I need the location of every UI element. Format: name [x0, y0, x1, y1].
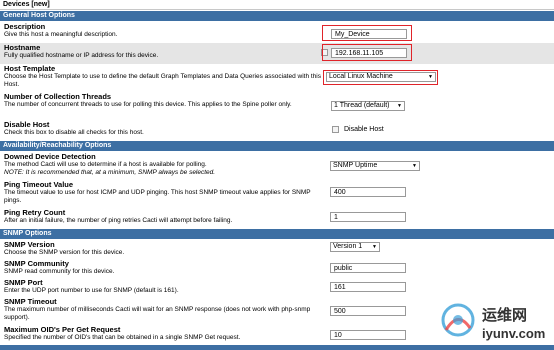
- max-oids-input[interactable]: 10: [330, 330, 406, 340]
- chevron-down-icon: ▼: [372, 244, 377, 250]
- snmp-timeout-help: The maximum number of milliseconds Cacti…: [4, 306, 311, 321]
- page-title: Devices [new]: [3, 1, 50, 8]
- snmp-port-input[interactable]: 161: [330, 282, 406, 292]
- snmp-port-help: Enter the UDP port number to use for SNM…: [4, 287, 179, 294]
- ping-retry-input[interactable]: 1: [330, 212, 406, 222]
- disable-host-help: Check this box to disable all checks for…: [4, 129, 144, 136]
- ping-retry-help: After an initial failure, the number of …: [4, 217, 233, 224]
- downed-device-value: SNMP Uptime: [333, 162, 378, 169]
- row-threads: Number of Collection Threads The number …: [0, 92, 554, 120]
- page-title-bar: Devices [new]: [0, 0, 554, 10]
- watermark-en: iyunv.com: [482, 326, 546, 341]
- max-oids-help: Specified the number of OID's that can b…: [4, 334, 241, 341]
- snmp-timeout-input[interactable]: 500: [330, 306, 406, 316]
- watermark-emblem-icon: [441, 303, 475, 337]
- host-template-label: Host Template: [4, 64, 56, 73]
- downed-device-note: NOTE: It is recommended that, at a minim…: [4, 168, 216, 176]
- watermark-logo: 运维网 iyunv.com: [438, 300, 548, 346]
- snmp-version-select[interactable]: Version 1 ▼: [330, 242, 380, 252]
- ping-retry-label: Ping Retry Count: [4, 208, 66, 217]
- ping-timeout-label: Ping Timeout Value: [4, 180, 74, 189]
- row-description: Description Give this host a meaningful …: [0, 22, 554, 43]
- snmp-port-value: 161: [334, 284, 346, 291]
- snmp-version-value: Version 1: [333, 243, 363, 250]
- snmp-community-value: public: [334, 265, 353, 272]
- description-label: Description: [4, 22, 46, 31]
- section-general: General Host Options: [0, 11, 554, 21]
- host-template-help: Choose the Host Template to use to defin…: [4, 73, 322, 88]
- highlight-description: [322, 25, 412, 41]
- description-help: Give this host a meaningful description.: [4, 31, 118, 38]
- threads-help: The number of concurrent threads to use …: [4, 101, 292, 108]
- section-availability-title: Availability/Reachability Options: [3, 142, 112, 149]
- threads-select[interactable]: 1 Thread (default) ▼: [331, 101, 405, 111]
- section-snmp-title: SNMP Options: [3, 230, 52, 237]
- snmp-timeout-label: SNMP Timeout: [4, 297, 57, 306]
- row-snmp-port: SNMP Port Enter the UDP port number to u…: [0, 278, 554, 297]
- row-host-template: Host Template Choose the Host Template t…: [0, 64, 554, 92]
- chevron-down-icon: ▼: [397, 103, 402, 109]
- snmp-port-label: SNMP Port: [4, 278, 43, 287]
- row-hostname: Hostname Fully qualified hostname or IP …: [0, 43, 554, 64]
- threads-label: Number of Collection Threads: [4, 92, 112, 101]
- max-oids-label: Maximum OID's Per Get Request: [4, 325, 121, 334]
- disable-host-checkbox[interactable]: [332, 126, 339, 133]
- downed-device-label: Downed Device Detection: [4, 152, 96, 161]
- disable-host-label: Disable Host: [4, 120, 50, 129]
- snmp-version-label: SNMP Version: [4, 240, 55, 249]
- snmp-timeout-value: 500: [334, 308, 346, 315]
- row-disable-host: Disable Host Check this box to disable a…: [0, 120, 554, 140]
- hostname-help: Fully qualified hostname or IP address f…: [4, 52, 159, 59]
- ping-retry-value: 1: [334, 214, 338, 221]
- max-oids-value: 10: [334, 332, 342, 339]
- hostname-label: Hostname: [4, 43, 41, 52]
- ping-timeout-input[interactable]: 400: [330, 187, 406, 197]
- disable-host-checkbox-label: Disable Host: [344, 126, 384, 133]
- section-general-title: General Host Options: [3, 12, 75, 19]
- row-ping-retry: Ping Retry Count After an initial failur…: [0, 208, 554, 228]
- row-snmp-version: SNMP Version Choose the SNMP version for…: [0, 240, 554, 259]
- highlight-host-template: [323, 70, 438, 85]
- row-downed-device: Downed Device Detection The method Cacti…: [0, 152, 554, 180]
- section-availability: Availability/Reachability Options: [0, 141, 554, 151]
- row-snmp-community: SNMP Community SNMP read community for t…: [0, 259, 554, 278]
- snmp-community-input[interactable]: public: [330, 263, 406, 273]
- section-snmp: SNMP Options: [0, 229, 554, 239]
- snmp-community-label: SNMP Community: [4, 259, 69, 268]
- highlight-hostname: [322, 44, 412, 61]
- snmp-community-help: SNMP read community for this device.: [4, 268, 115, 275]
- watermark-cn: 运维网: [482, 307, 528, 324]
- row-ping-timeout: Ping Timeout Value The timeout value to …: [0, 180, 554, 208]
- downed-device-select[interactable]: SNMP Uptime ▼: [330, 161, 420, 171]
- ping-timeout-help: The timeout value to use for host ICMP a…: [4, 189, 311, 204]
- ping-timeout-value: 400: [334, 189, 346, 196]
- chevron-down-icon: ▼: [412, 163, 417, 169]
- threads-value: 1 Thread (default): [334, 102, 390, 109]
- snmp-version-help: Choose the SNMP version for this device.: [4, 249, 125, 256]
- downed-device-help: The method Cacti will use to determine i…: [4, 161, 207, 168]
